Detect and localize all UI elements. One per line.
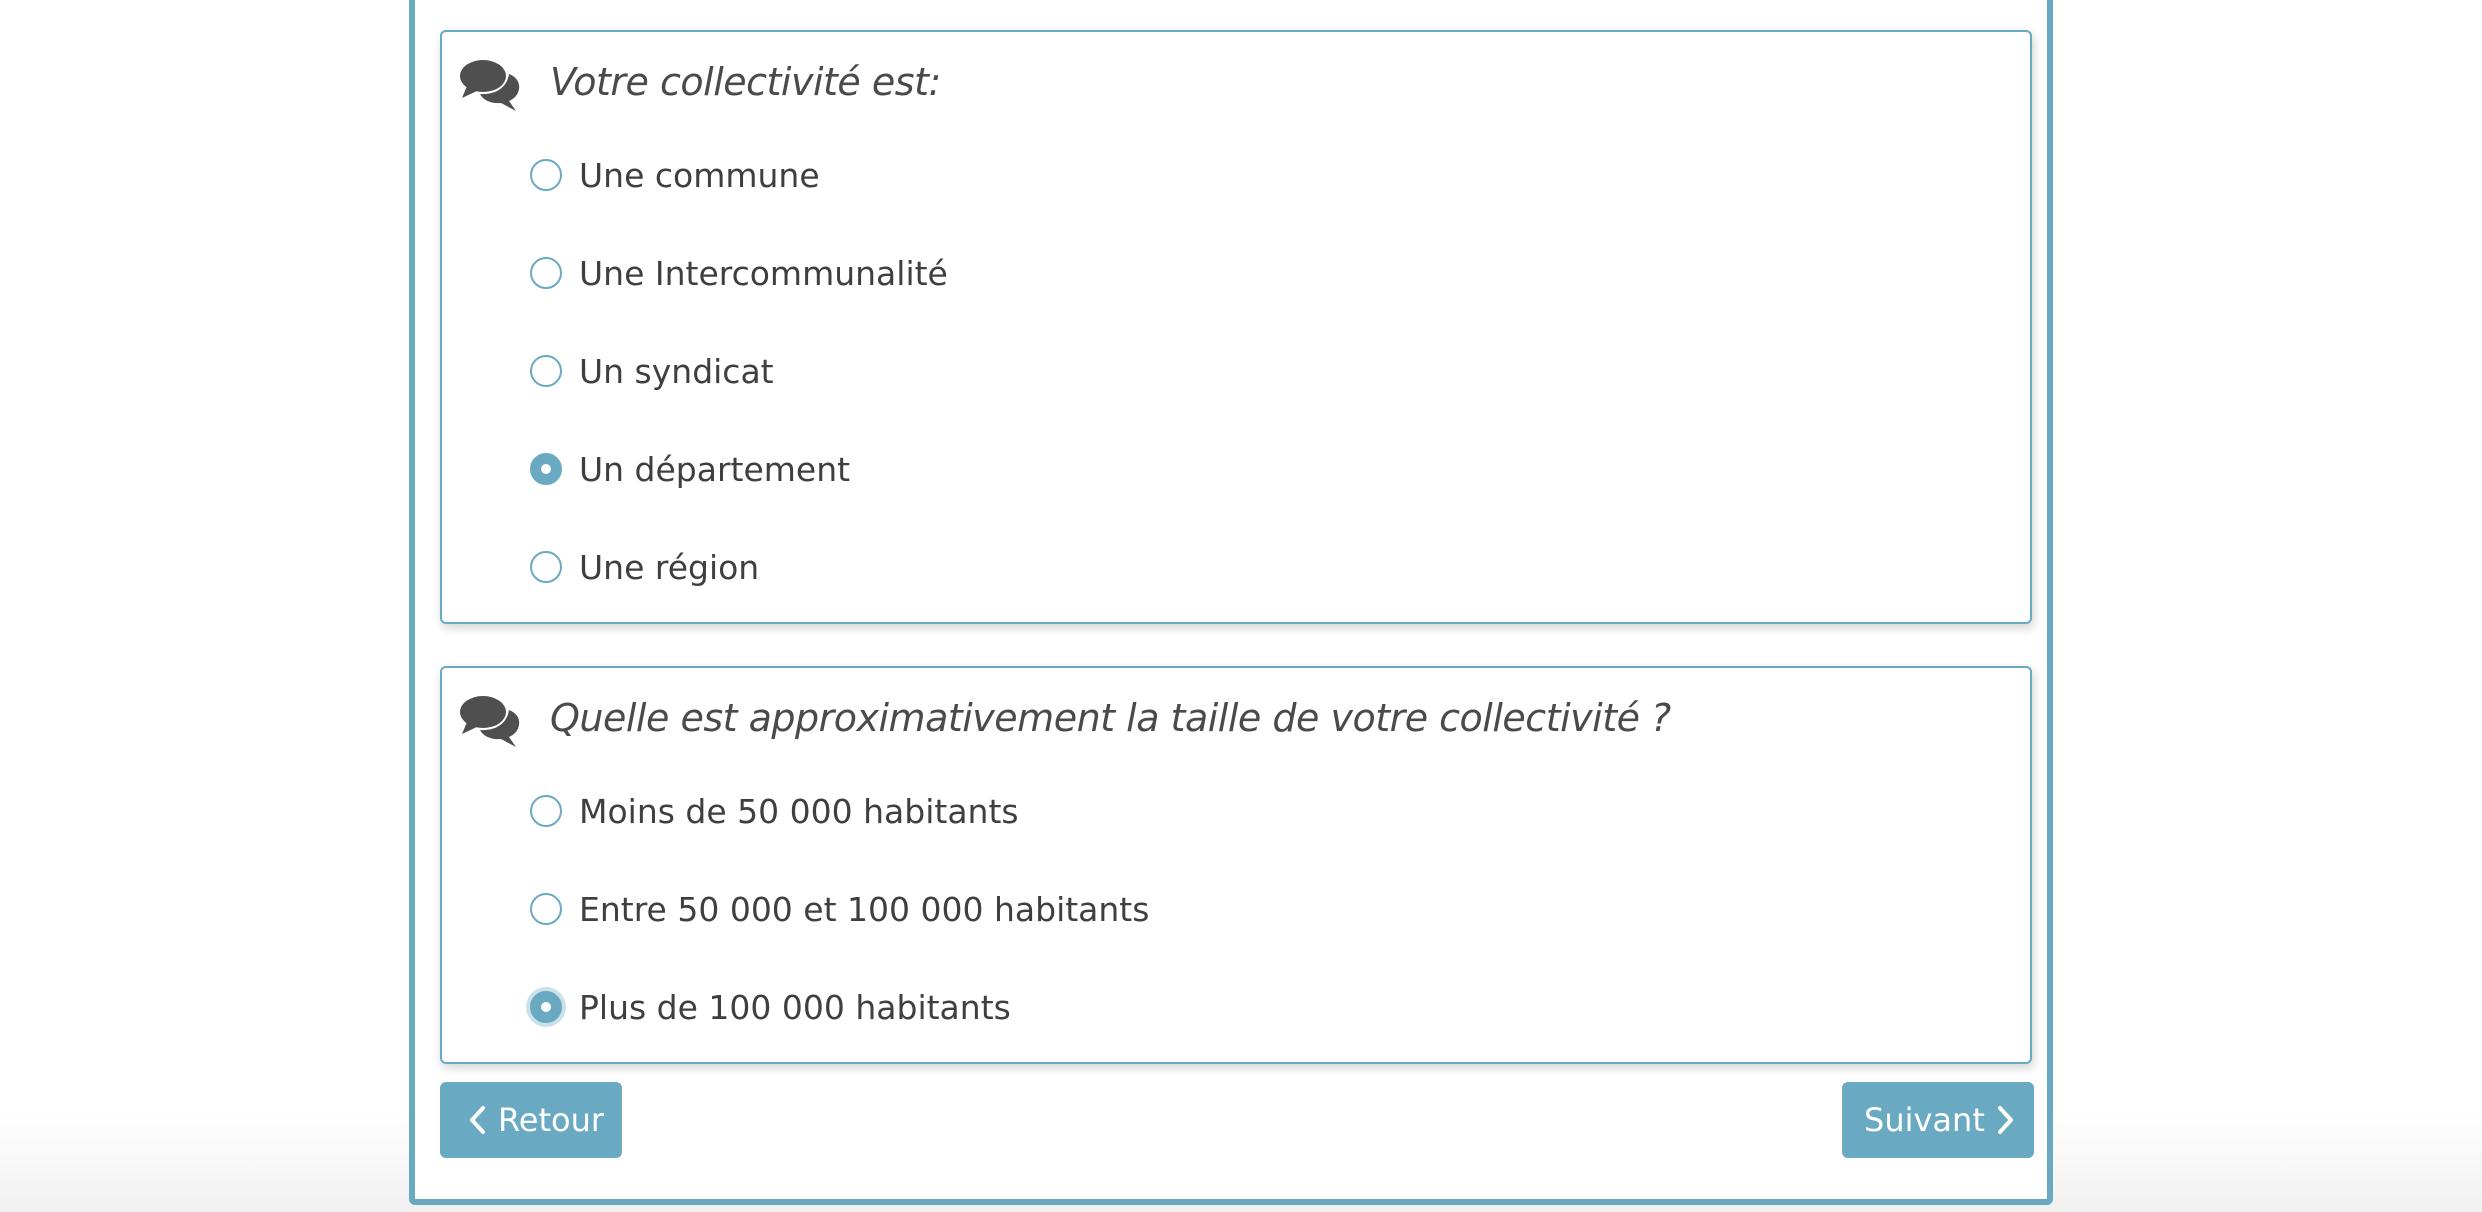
- radio-button[interactable]: [530, 355, 562, 387]
- question-title: Quelle est approximativement la taille d…: [550, 696, 1671, 740]
- back-button-label: Retour: [498, 1101, 605, 1139]
- option-label: Plus de 100 000 habitants: [579, 987, 1011, 1027]
- question-card-collectivite-type: Votre collectivité est: Une commune Une …: [440, 30, 2032, 624]
- radio-option-un-syndicat[interactable]: Un syndicat: [530, 346, 1630, 396]
- radio-button[interactable]: [530, 159, 562, 191]
- comments-icon: [460, 60, 520, 111]
- radio-option-une-region[interactable]: Une région: [530, 542, 1630, 592]
- next-button[interactable]: Suivant: [1842, 1082, 2034, 1158]
- option-label: Une Intercommunalité: [579, 253, 948, 293]
- radio-option-moins-50000[interactable]: Moins de 50 000 habitants: [530, 786, 1630, 836]
- question-card-collectivite-size: Quelle est approximativement la taille d…: [440, 666, 2032, 1064]
- back-button[interactable]: Retour: [440, 1082, 622, 1158]
- radio-button-selected[interactable]: [530, 991, 562, 1023]
- radio-option-plus-100000[interactable]: Plus de 100 000 habitants: [530, 982, 1630, 1032]
- radio-button[interactable]: [530, 795, 562, 827]
- radio-option-une-commune[interactable]: Une commune: [530, 150, 1630, 200]
- radio-button[interactable]: [530, 551, 562, 583]
- option-label: Une région: [579, 547, 760, 587]
- chevron-left-icon: [470, 1106, 485, 1134]
- option-label: Une commune: [579, 155, 820, 195]
- option-label: Entre 50 000 et 100 000 habitants: [579, 889, 1150, 929]
- radio-option-entre-50000-100000[interactable]: Entre 50 000 et 100 000 habitants: [530, 884, 1630, 934]
- chevron-right-icon: [1997, 1106, 2013, 1134]
- radio-button-selected[interactable]: [530, 453, 562, 485]
- radio-option-un-departement[interactable]: Un département: [530, 444, 1630, 494]
- question-title: Votre collectivité est:: [550, 60, 941, 104]
- survey-frame: Votre collectivité est: Une commune Une …: [409, 0, 2053, 1205]
- radio-button[interactable]: [530, 257, 562, 289]
- next-button-label: Suivant: [1864, 1101, 1985, 1139]
- radio-option-une-intercommunalite[interactable]: Une Intercommunalité: [530, 248, 1630, 298]
- option-label: Un département: [579, 449, 851, 489]
- option-label: Moins de 50 000 habitants: [579, 791, 1019, 831]
- radio-button[interactable]: [530, 893, 562, 925]
- comments-icon: [460, 696, 520, 747]
- option-label: Un syndicat: [579, 351, 774, 391]
